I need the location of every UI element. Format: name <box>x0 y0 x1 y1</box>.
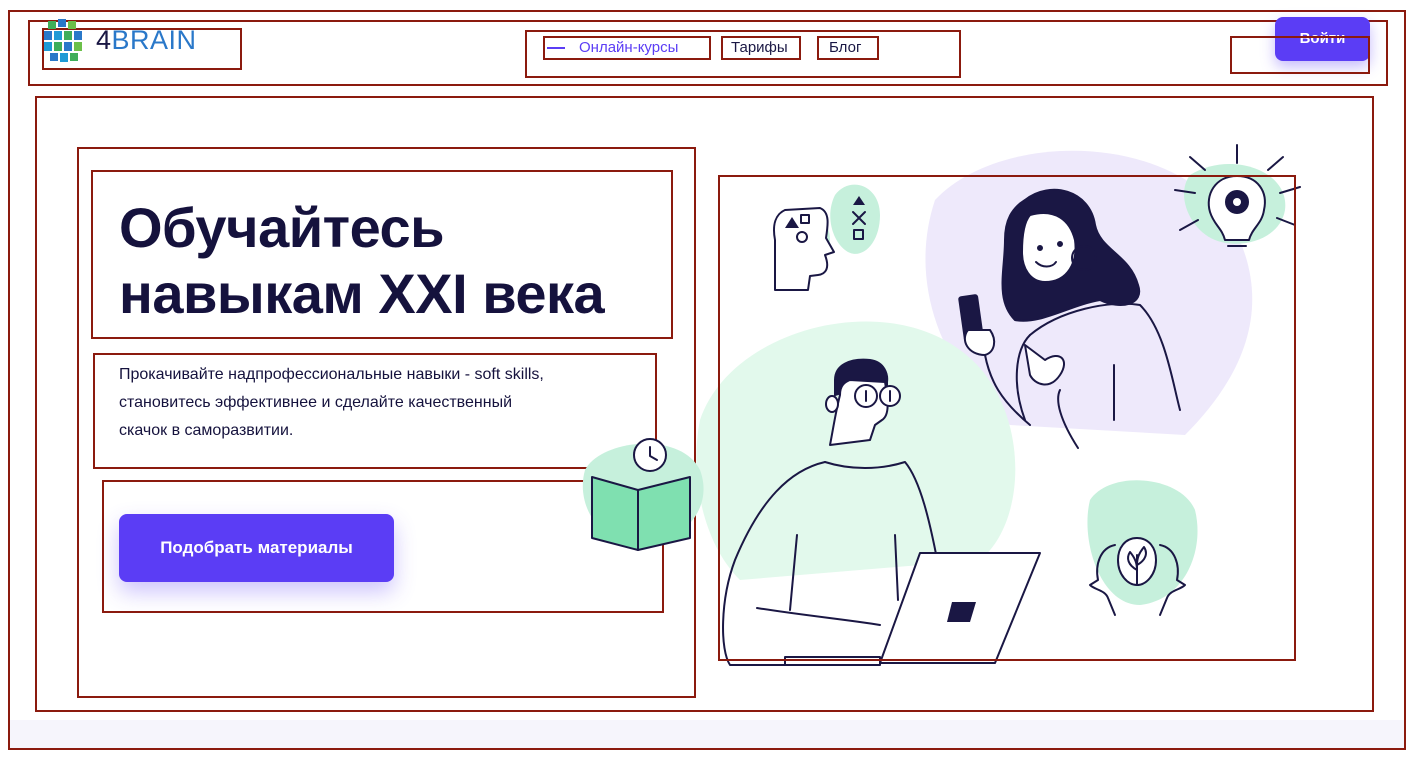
illustration-box <box>718 175 1296 661</box>
